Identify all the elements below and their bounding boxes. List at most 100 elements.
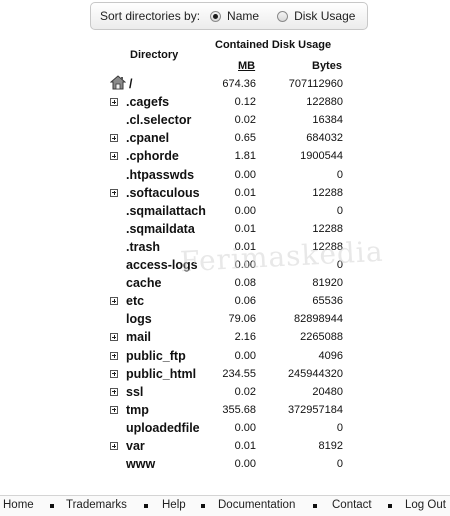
usage-bytes: 65536	[312, 295, 343, 308]
table-row: .htpasswds 0.00 0	[0, 167, 450, 185]
usage-mb: 355.68	[222, 403, 256, 416]
table-row: .sqmaildata 0.01 12288	[0, 221, 450, 239]
footer-link-home[interactable]: Home	[3, 499, 34, 511]
table-row: ssl 0.02 20480	[0, 384, 450, 402]
usage-bytes: 0	[336, 168, 343, 181]
usage-mb: 674.36	[222, 78, 256, 90]
usage-bytes: 372957184	[287, 403, 343, 416]
expand-toggle-icon[interactable]	[110, 188, 118, 197]
directory-name[interactable]: .cphorde	[126, 149, 179, 163]
sort-name-radio[interactable]	[210, 10, 222, 22]
expand-toggle-icon[interactable]	[110, 134, 118, 143]
expand-toggle-icon[interactable]	[110, 333, 118, 342]
sort-label: Sort directories by:	[100, 9, 201, 23]
table-row: cache 0.08 81920	[0, 275, 450, 293]
usage-mb: 234.55	[222, 367, 256, 380]
directory-name[interactable]: .softaculous	[126, 186, 200, 200]
usage-bytes: 1900544	[300, 150, 343, 163]
table-row: .cagefs 0.12 122880	[0, 94, 450, 112]
directory-name[interactable]: tmp	[126, 403, 149, 417]
directory-name: .sqmaildata	[126, 221, 195, 236]
footer-link-contact[interactable]: Contact	[332, 499, 372, 511]
usage-mb: 0.00	[234, 259, 256, 271]
sort-name-label[interactable]: Name	[227, 9, 259, 23]
footer-link-documentation[interactable]: Documentation	[218, 499, 295, 511]
sort-disk-usage-label[interactable]: Disk Usage	[294, 9, 355, 23]
footer-link-log-out[interactable]: Log Out	[405, 499, 446, 511]
usage-mb: 1.81	[234, 150, 256, 163]
footer-link-help[interactable]: Help	[162, 499, 186, 511]
usage-bytes: 12288	[312, 222, 343, 235]
table-row: .cpanel 0.65 684032	[0, 130, 450, 148]
contained-usage-header: Contained Disk Usage	[215, 39, 332, 51]
usage-mb: 0.12	[234, 96, 256, 109]
expand-toggle-icon[interactable]	[110, 351, 118, 360]
expand-toggle-icon[interactable]	[110, 152, 118, 161]
expand-toggle-icon[interactable]	[110, 297, 118, 306]
footer-separator	[144, 504, 148, 508]
usage-mb: 0.01	[234, 186, 256, 199]
directory-name: .htpasswds	[126, 167, 195, 182]
expand-toggle-icon[interactable]	[110, 387, 118, 396]
table-row: .softaculous 0.01 12288	[0, 185, 450, 203]
usage-mb: 0.65	[234, 132, 256, 145]
mb-column-header[interactable]: MB	[238, 60, 255, 72]
directory-name[interactable]: public_html	[126, 367, 196, 381]
expand-toggle-icon[interactable]	[110, 405, 118, 414]
table-row: .trash 0.01 12288	[0, 239, 450, 257]
usage-bytes: 707112960	[288, 78, 343, 90]
sort-disk-usage-radio[interactable]	[277, 10, 289, 22]
usage-mb: 0.00	[234, 458, 256, 471]
usage-bytes: 4096	[318, 349, 343, 362]
footer-separator	[201, 504, 205, 508]
expand-toggle-icon[interactable]	[110, 369, 118, 378]
directory-name[interactable]: etc	[126, 294, 144, 308]
table-row: tmp 355.68 372957184	[0, 402, 450, 420]
usage-bytes: 20480	[312, 385, 343, 398]
usage-bytes: 0	[336, 204, 343, 217]
table-row: .cphorde 1.81 1900544	[0, 148, 450, 166]
directory-name[interactable]: .cagefs	[126, 95, 169, 109]
footer-nav: Home Trademarks Help Documentation Conta…	[0, 495, 450, 516]
directory-name: /	[129, 77, 133, 91]
directory-name[interactable]: ssl	[126, 385, 143, 399]
table-row: logs 79.06 82898944	[0, 311, 450, 329]
table-row: uploadedfile 0.00 0	[0, 420, 450, 438]
usage-mb: 0.01	[234, 440, 256, 452]
usage-bytes: 82898944	[294, 313, 343, 326]
usage-bytes: 122880	[306, 96, 343, 109]
usage-mb: 2.16	[234, 331, 256, 344]
table-row: var 0.01 8192	[0, 438, 450, 456]
table-row: www 0.00 0	[0, 456, 450, 474]
directory-name[interactable]: var	[126, 439, 145, 453]
table-row: mail 2.16 2265088	[0, 329, 450, 347]
directory-name: www	[126, 457, 156, 472]
table-row: .sqmailattach 0.00 0	[0, 203, 450, 221]
directory-header: Directory	[130, 49, 179, 61]
directory-name[interactable]: mail	[126, 330, 151, 344]
table-row: .cl.selector 0.02 16384	[0, 112, 450, 130]
usage-mb: 0.02	[234, 114, 256, 127]
table-row: access-logs 0.00 0	[0, 257, 450, 275]
bytes-column-header: Bytes	[312, 60, 342, 72]
usage-bytes: 0	[336, 458, 343, 471]
usage-bytes: 12288	[312, 186, 343, 199]
directory-name: uploadedfile	[126, 420, 200, 435]
usage-bytes: 81920	[312, 277, 343, 290]
table-row: public_ftp 0.00 4096	[0, 348, 450, 366]
directory-name: .cl.selector	[126, 113, 192, 128]
usage-mb: 0.08	[234, 277, 256, 290]
directory-name[interactable]: public_ftp	[126, 349, 186, 363]
sort-options-box: Sort directories by: Name Disk Usage	[90, 2, 368, 30]
footer-link-trademarks[interactable]: Trademarks	[66, 499, 127, 511]
usage-bytes: 684032	[306, 132, 343, 145]
directory-name[interactable]: .cpanel	[126, 131, 169, 145]
directory-name: access-logs	[126, 258, 198, 272]
usage-mb: 79.06	[228, 313, 256, 326]
usage-mb: 0.00	[234, 204, 256, 217]
usage-bytes: 16384	[312, 114, 343, 127]
usage-bytes: 2265088	[300, 331, 343, 344]
expand-toggle-icon[interactable]	[110, 442, 118, 450]
expand-toggle-icon[interactable]	[110, 98, 118, 107]
table-row: / 674.36 707112960	[0, 76, 450, 94]
